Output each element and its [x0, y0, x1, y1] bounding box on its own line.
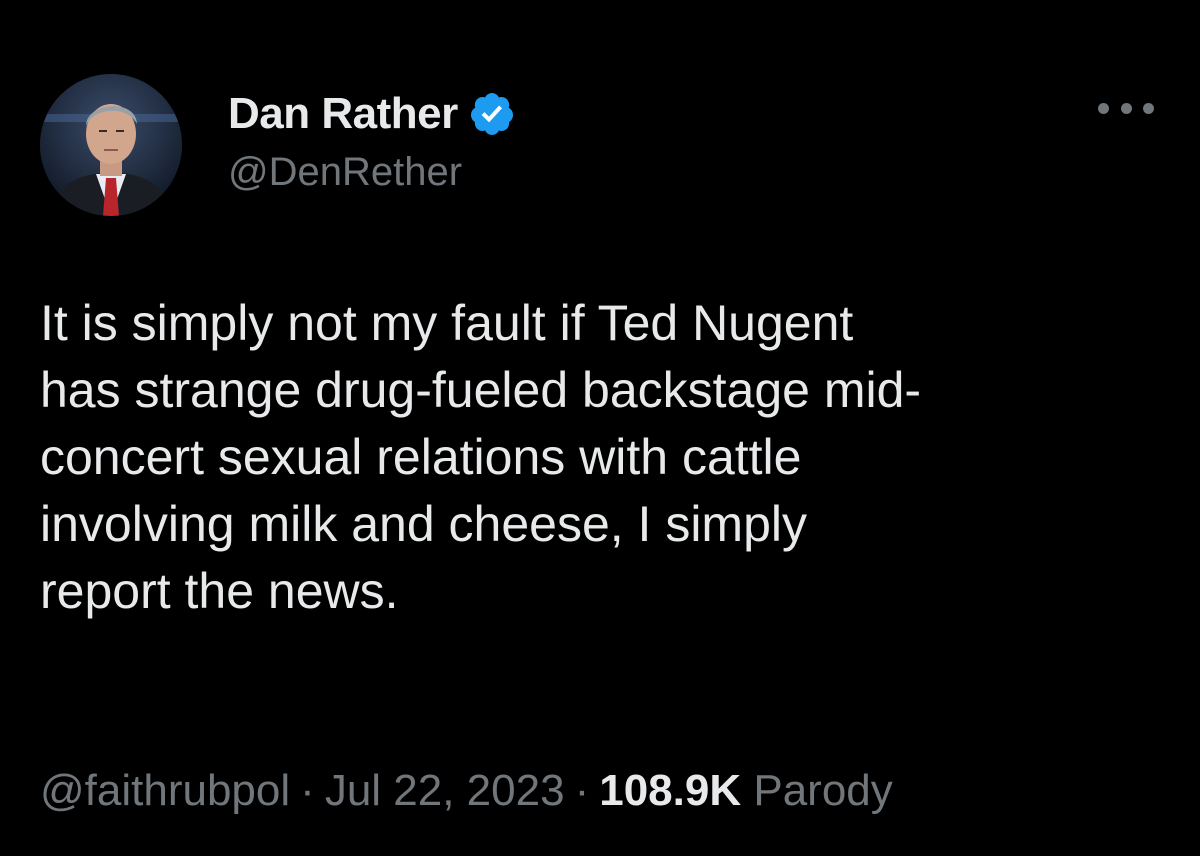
author-name-row: Dan Rather: [228, 88, 516, 140]
tweet-card: Dan Rather @DenRether It is simply not m…: [0, 0, 1200, 856]
author-info: Dan Rather @DenRether: [228, 88, 516, 195]
views-count[interactable]: 108.9K: [599, 766, 741, 815]
avatar[interactable]: [40, 74, 182, 216]
tweet-text-line: involving milk and cheese, I simply: [40, 496, 807, 552]
more-dot: [1143, 102, 1154, 114]
more-dot: [1120, 102, 1132, 114]
author-handle[interactable]: @DenRether: [228, 150, 516, 195]
meta-separator: ·: [300, 766, 315, 815]
parody-label: Parody: [753, 766, 893, 815]
tweet-meta: @faithrubpol · Jul 22, 2023 · 108.9K Parody: [40, 766, 893, 816]
author-display-name[interactable]: Dan Rather: [228, 89, 458, 139]
tweet-date[interactable]: Jul 22, 2023: [325, 766, 565, 815]
more-options-icon[interactable]: [1098, 98, 1154, 118]
source-handle[interactable]: @faithrubpol: [40, 766, 290, 815]
avatar-image: [40, 74, 182, 216]
meta-separator: ·: [574, 766, 590, 815]
more-dot: [1098, 102, 1109, 114]
tweet-text-line: has strange drug-fueled backstage mid-: [40, 362, 922, 418]
tweet-text: It is simply not my fault if Ted Nugent …: [40, 290, 1170, 625]
tweet-text-line: report the news.: [40, 563, 399, 619]
verified-badge-icon[interactable]: [468, 90, 516, 138]
tweet-text-line: It is simply not my fault if Ted Nugent: [40, 295, 854, 351]
tweet-text-line: concert sexual relations with cattle: [40, 429, 802, 485]
